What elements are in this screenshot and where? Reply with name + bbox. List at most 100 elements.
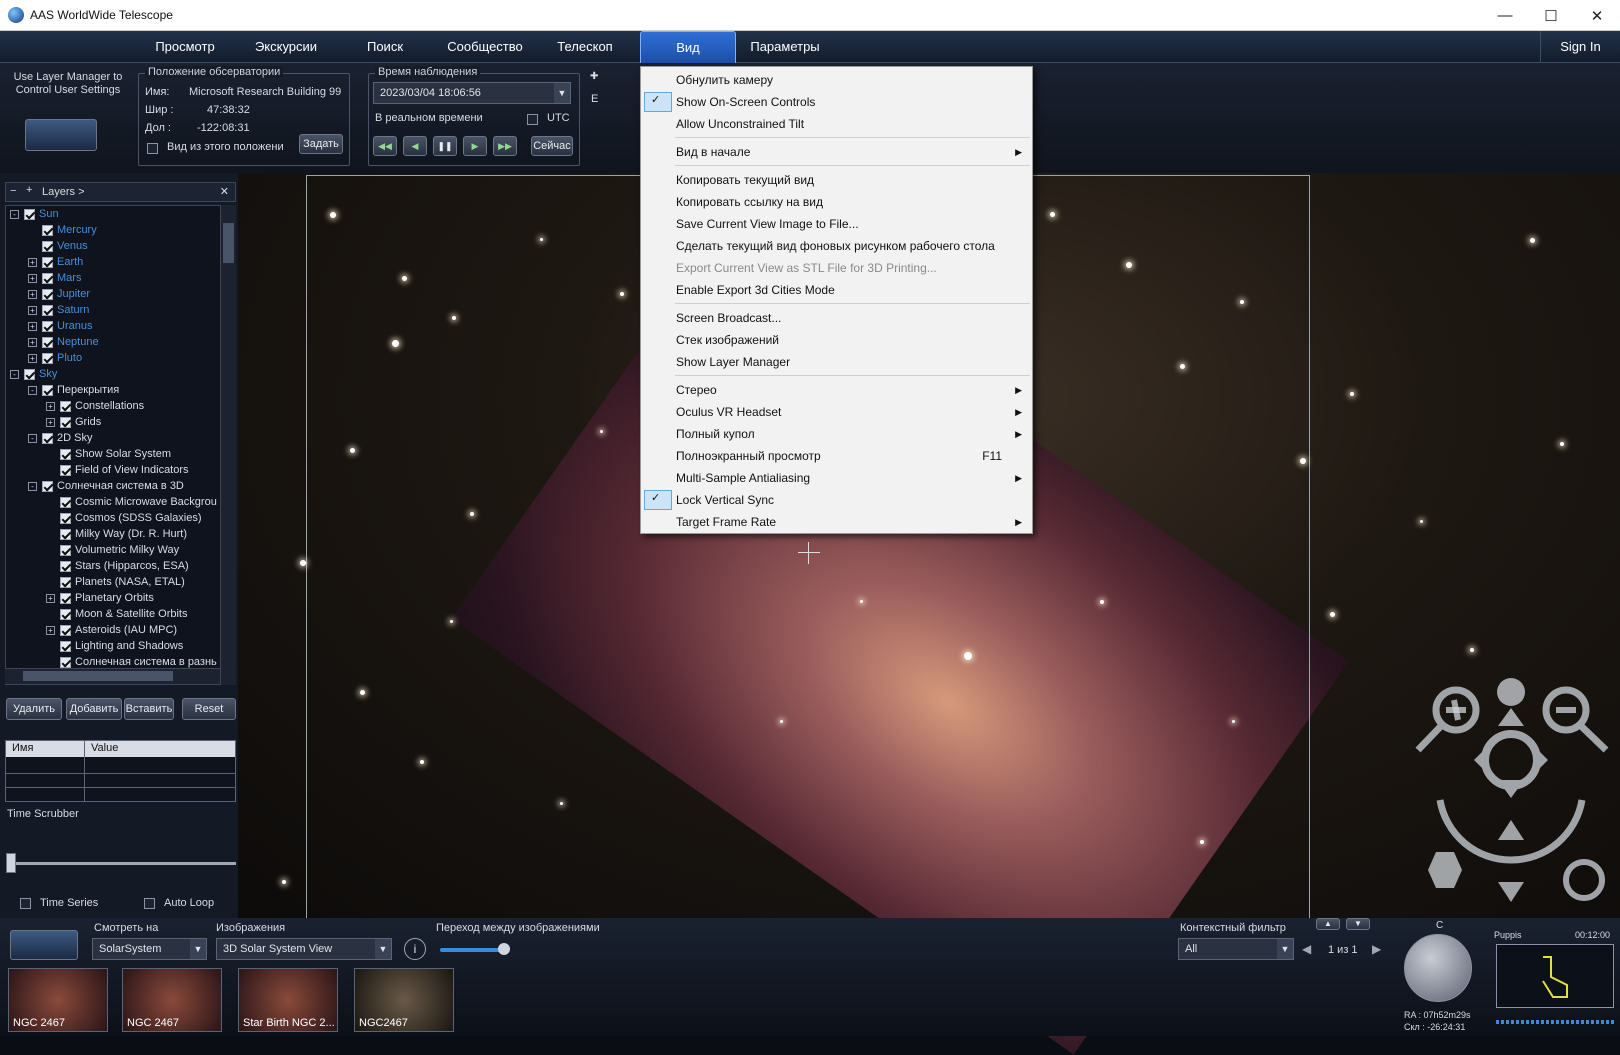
layer-checkbox[interactable] xyxy=(60,608,71,620)
layer-checkbox[interactable] xyxy=(42,272,53,284)
layer-checkbox[interactable] xyxy=(42,224,53,236)
rewind-button[interactable]: ◀ xyxy=(403,136,427,156)
thumbnail-item[interactable]: NGC 2467 xyxy=(8,968,108,1032)
view-menu-item[interactable]: Полноэкранный просмотр F11 xyxy=(641,445,1032,467)
view-menu-item[interactable]: Target Frame Rate ▶ xyxy=(641,511,1032,533)
layer-checkbox[interactable] xyxy=(60,512,71,524)
view-menu-item[interactable]: Allow Unconstrained Tilt xyxy=(641,113,1032,135)
expander-icon[interactable]: + xyxy=(46,417,55,427)
layer-checkbox[interactable] xyxy=(42,256,53,268)
expander-icon[interactable]: + xyxy=(28,305,37,315)
view-menu-item[interactable]: Вид в начале ▶ xyxy=(641,141,1032,163)
auto-loop-checkbox[interactable] xyxy=(144,898,155,909)
close-icon[interactable]: ✕ xyxy=(220,185,229,198)
view-menu-item[interactable]: Полный купол ▶ xyxy=(641,423,1032,445)
datetime-picker[interactable]: 2023/03/04 18:06:56 ▼ xyxy=(373,82,571,104)
view-menu-item[interactable]: Стерео ▶ xyxy=(641,379,1032,401)
expander-icon[interactable]: + xyxy=(46,593,55,603)
menu-community[interactable]: Сообщество xyxy=(442,31,528,63)
forward-button[interactable]: ▶ xyxy=(463,136,487,156)
expander-icon[interactable]: + xyxy=(46,625,55,635)
layer-checkbox[interactable] xyxy=(60,640,71,652)
layer-checkbox[interactable] xyxy=(42,352,53,364)
layer-checkbox[interactable] xyxy=(42,288,53,300)
view-menu-item[interactable]: Enable Export 3d Cities Mode xyxy=(641,279,1032,301)
layer-checkbox[interactable] xyxy=(42,432,53,444)
layer-row[interactable]: Show Solar System xyxy=(46,446,171,462)
layer-checkbox[interactable] xyxy=(42,320,53,332)
menu-tours[interactable]: Экскурсии xyxy=(245,31,327,63)
layer-manager-icon[interactable] xyxy=(25,119,97,151)
view-menu-item[interactable]: Multi-Sample Antialiasing ▶ xyxy=(641,467,1032,489)
layer-row[interactable]: + Jupiter xyxy=(28,286,90,302)
onscreen-controls[interactable] xyxy=(1410,670,1618,910)
expander-icon[interactable]: - xyxy=(28,433,37,443)
layer-row[interactable]: Cosmos (SDSS Galaxies) xyxy=(46,510,202,526)
layer-checkbox[interactable] xyxy=(42,304,53,316)
menu-browse[interactable]: Просмотр xyxy=(140,31,230,63)
layer-row[interactable]: Milky Way (Dr. R. Hurt) xyxy=(46,526,187,542)
layer-row[interactable]: Mercury xyxy=(28,222,97,238)
view-menu-item[interactable]: Копировать текущий вид xyxy=(641,169,1032,191)
transition-slider[interactable] xyxy=(440,948,505,952)
layer-checkbox[interactable] xyxy=(60,576,71,588)
view-menu-item[interactable]: Сделать текущий вид фоновых рисунком раб… xyxy=(641,235,1032,257)
scroll-down-button[interactable]: ▼ xyxy=(1346,918,1370,930)
menu-view[interactable]: Вид xyxy=(640,31,736,63)
layer-row[interactable]: + Planetary Orbits xyxy=(46,590,154,606)
info-icon[interactable]: i xyxy=(404,938,426,960)
mini-map[interactable] xyxy=(1496,944,1614,1008)
imagery-select[interactable]: 3D Solar System View ▼ xyxy=(216,938,392,960)
layer-row[interactable]: - Перекрытия xyxy=(28,382,119,398)
layer-row[interactable]: Lighting and Shadows xyxy=(46,638,183,654)
layer-checkbox[interactable] xyxy=(60,624,71,636)
prev-page-icon[interactable]: ◀ xyxy=(1302,942,1311,956)
layer-row[interactable]: + Grids xyxy=(46,414,101,430)
maximize-button[interactable]: ☐ xyxy=(1528,0,1574,31)
expander-icon[interactable]: - xyxy=(10,369,19,379)
look-at-select[interactable]: SolarSystem ▼ xyxy=(92,938,207,960)
view-menu-item[interactable]: Копировать ссылку на вид xyxy=(641,191,1032,213)
view-from-location-checkbox[interactable] xyxy=(147,143,158,154)
layer-row[interactable]: + Saturn xyxy=(28,302,89,318)
minimize-button[interactable]: — xyxy=(1482,0,1528,31)
view-menu-item[interactable]: ✓ Show On-Screen Controls xyxy=(641,91,1032,113)
expander-icon[interactable]: + xyxy=(46,401,55,411)
thumbnail-item[interactable]: NGC2467 xyxy=(354,968,454,1032)
view-menu-item[interactable]: Screen Broadcast... xyxy=(641,307,1032,329)
expand-icon[interactable]: + xyxy=(26,184,32,196)
layer-checkbox[interactable] xyxy=(42,336,53,348)
layer-checkbox[interactable] xyxy=(24,208,35,220)
layers-hscrollbar[interactable] xyxy=(5,668,220,684)
menu-search[interactable]: Поиск xyxy=(355,31,415,63)
reset-button[interactable]: Reset xyxy=(182,698,236,720)
view-menu-item[interactable]: Show Layer Manager xyxy=(641,351,1032,373)
globe-compass-icon[interactable] xyxy=(1404,934,1472,1002)
layer-checkbox[interactable] xyxy=(60,528,71,540)
view-menu-item[interactable]: Обнулить камеру xyxy=(641,69,1032,91)
layer-checkbox[interactable] xyxy=(24,368,35,380)
layer-row[interactable]: Field of View Indicators xyxy=(46,462,189,478)
time-series-checkbox[interactable] xyxy=(20,898,31,909)
scroll-up-button[interactable]: ▲ xyxy=(1316,918,1340,930)
time-scrubber-thumb[interactable] xyxy=(6,853,16,873)
pin-icon[interactable]: ✚ xyxy=(590,71,598,82)
expander-icon[interactable]: + xyxy=(28,289,37,299)
now-button[interactable]: Сейчас xyxy=(531,136,573,156)
time-scrubber-track[interactable] xyxy=(10,862,236,865)
expander-icon[interactable]: - xyxy=(28,385,37,395)
layer-row[interactable]: + Mars xyxy=(28,270,81,286)
next-page-icon[interactable]: ▶ xyxy=(1372,942,1381,956)
layer-checkbox[interactable] xyxy=(42,240,53,252)
layer-row[interactable]: Planets (NASA, ETAL) xyxy=(46,574,185,590)
layer-checkbox[interactable] xyxy=(60,560,71,572)
add-layer-button[interactable]: Добавить xyxy=(66,698,122,720)
layer-row[interactable]: - Sky xyxy=(10,366,57,382)
layer-checkbox[interactable] xyxy=(60,496,71,508)
expander-icon[interactable]: + xyxy=(28,321,37,331)
layer-row[interactable]: + Earth xyxy=(28,254,83,270)
layer-row[interactable]: + Asteroids (IAU MPC) xyxy=(46,622,177,638)
view-menu-item[interactable]: Стек изображений xyxy=(641,329,1032,351)
layer-checkbox[interactable] xyxy=(60,544,71,556)
explore-icon[interactable] xyxy=(10,930,78,960)
